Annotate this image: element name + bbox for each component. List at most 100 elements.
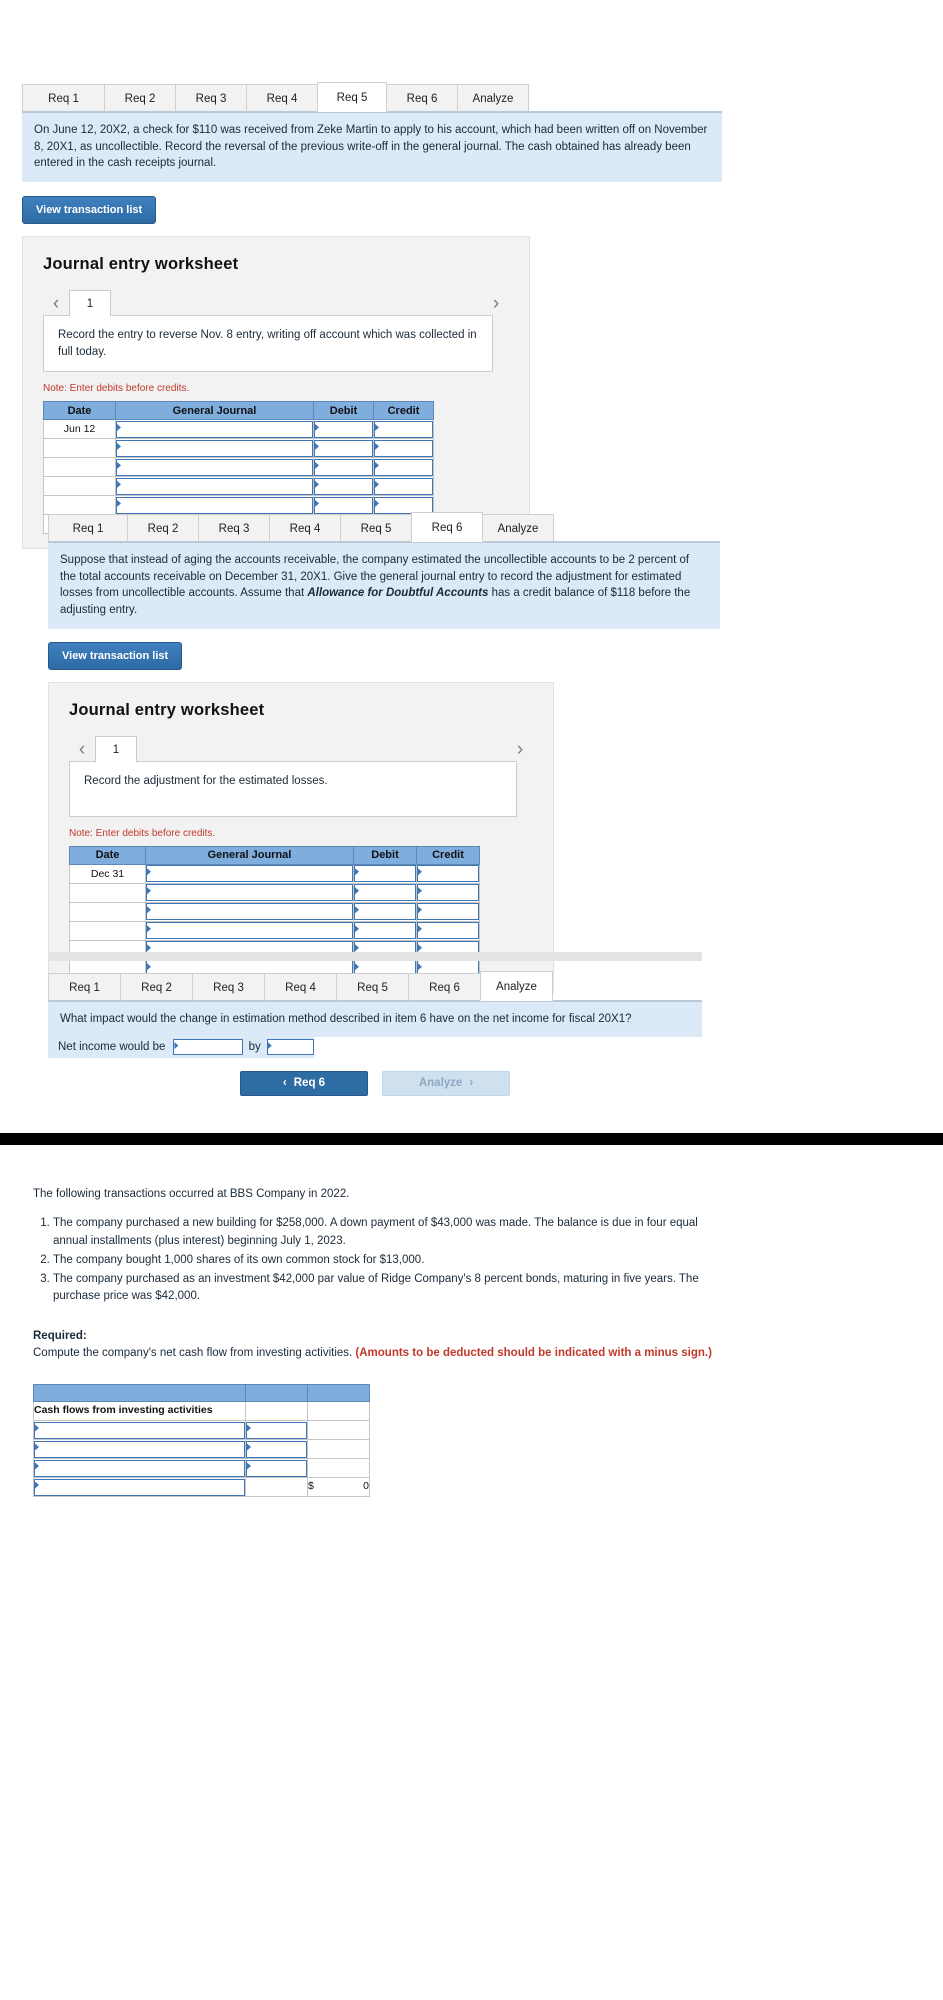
chevron-left-icon[interactable]: ‹ [69, 738, 95, 762]
tab-analyze[interactable]: Analyze [480, 971, 553, 1001]
journal-input[interactable] [116, 477, 313, 495]
cell-date [69, 920, 146, 941]
tab-req-6[interactable]: Req 6 [408, 973, 481, 1001]
cell-debit[interactable] [313, 495, 374, 516]
chevron-left-icon[interactable]: ‹ [43, 292, 69, 316]
journal-input[interactable] [116, 458, 313, 476]
cell-journal[interactable] [145, 882, 354, 903]
credit-input[interactable] [417, 903, 479, 921]
worksheet-page-tab-1[interactable]: 1 [69, 290, 111, 317]
cash-flow-label-input[interactable] [34, 1459, 245, 1477]
credit-input[interactable] [417, 884, 479, 902]
cash-flow-amount-input[interactable] [246, 1459, 307, 1477]
cell-credit[interactable] [416, 863, 480, 884]
cell-journal[interactable] [115, 419, 314, 440]
cell-debit[interactable] [313, 457, 374, 478]
credit-input[interactable] [374, 477, 433, 495]
cell-credit[interactable] [416, 920, 480, 941]
cash-flow-label-input[interactable] [34, 1440, 245, 1458]
net-income-direction-input[interactable] [173, 1039, 243, 1056]
tab-req-4[interactable]: Req 4 [246, 84, 318, 112]
cell-debit[interactable] [353, 901, 417, 922]
debit-input[interactable] [314, 477, 373, 495]
cell-journal[interactable] [145, 863, 354, 884]
tab-req-5[interactable]: Req 5 [340, 514, 412, 542]
next-analyze-button[interactable]: Analyze › [382, 1070, 510, 1096]
cell-credit[interactable] [416, 882, 480, 903]
journal-input[interactable] [146, 884, 353, 902]
tab-req-2[interactable]: Req 2 [120, 973, 193, 1001]
credit-input[interactable] [374, 458, 433, 476]
tab-req-2[interactable]: Req 2 [127, 514, 199, 542]
cash-flow-amount-input[interactable] [246, 1421, 307, 1439]
credit-input[interactable] [417, 922, 479, 940]
tab-req-1[interactable]: Req 1 [48, 973, 121, 1001]
cell-debit[interactable] [313, 476, 374, 497]
cell-debit[interactable] [353, 863, 417, 884]
cf-cell-label[interactable] [33, 1439, 246, 1459]
journal-input[interactable] [116, 496, 313, 514]
tab-analyze[interactable]: Analyze [457, 84, 529, 112]
credit-input[interactable] [374, 420, 433, 438]
debit-input[interactable] [354, 903, 416, 921]
credit-input[interactable] [417, 865, 479, 883]
tab-req-4[interactable]: Req 4 [264, 973, 337, 1001]
cell-journal[interactable] [145, 901, 354, 922]
tab-req-5[interactable]: Req 5 [317, 82, 387, 112]
cf-cell-label[interactable] [33, 1420, 246, 1440]
chevron-right-icon[interactable]: › [483, 292, 509, 316]
tab-req-4[interactable]: Req 4 [269, 514, 341, 542]
tab-req-3[interactable]: Req 3 [198, 514, 270, 542]
tab-req-5[interactable]: Req 5 [336, 973, 409, 1001]
cf-total-label-cell[interactable] [33, 1477, 246, 1497]
net-income-amount-input[interactable] [266, 1039, 314, 1056]
cash-flow-total-label-input[interactable] [34, 1478, 245, 1496]
debit-input[interactable] [314, 496, 373, 514]
cell-credit[interactable] [373, 438, 434, 459]
cf-cell-col2[interactable] [245, 1458, 308, 1478]
cf-cell-label[interactable] [33, 1458, 246, 1478]
journal-input[interactable] [116, 420, 313, 438]
journal-input[interactable] [146, 903, 353, 921]
tab-req-3[interactable]: Req 3 [192, 973, 265, 1001]
tab-req-6[interactable]: Req 6 [386, 84, 458, 112]
journal-input[interactable] [146, 922, 353, 940]
cash-flow-amount-input[interactable] [246, 1440, 307, 1458]
tab-req-1[interactable]: Req 1 [48, 514, 128, 542]
journal-input[interactable] [116, 439, 313, 457]
tab-req-6[interactable]: Req 6 [411, 512, 483, 542]
view-transaction-list-button[interactable]: View transaction list [48, 641, 183, 670]
cash-flow-label-input[interactable] [34, 1421, 245, 1439]
journal-input[interactable] [146, 865, 353, 883]
cell-debit[interactable] [313, 438, 374, 459]
cell-debit[interactable] [353, 920, 417, 941]
cell-journal[interactable] [115, 495, 314, 516]
cell-journal[interactable] [115, 438, 314, 459]
cell-credit[interactable] [373, 476, 434, 497]
cf-cell-col2[interactable] [245, 1439, 308, 1459]
tab-analyze[interactable]: Analyze [482, 514, 554, 542]
cell-debit[interactable] [353, 882, 417, 903]
cell-journal[interactable] [115, 476, 314, 497]
debit-input[interactable] [354, 865, 416, 883]
cell-credit[interactable] [373, 419, 434, 440]
view-transaction-list-button[interactable]: View transaction list [22, 196, 157, 225]
debit-input[interactable] [314, 420, 373, 438]
tab-req-3[interactable]: Req 3 [175, 84, 247, 112]
debit-input[interactable] [314, 439, 373, 457]
cell-debit[interactable] [313, 419, 374, 440]
cell-journal[interactable] [115, 457, 314, 478]
cell-credit[interactable] [416, 901, 480, 922]
credit-input[interactable] [374, 439, 433, 457]
chevron-right-icon[interactable]: › [507, 738, 533, 762]
tab-req-2[interactable]: Req 2 [104, 84, 176, 112]
worksheet-page-tab-1[interactable]: 1 [95, 735, 137, 762]
debit-input[interactable] [354, 884, 416, 902]
debit-input[interactable] [314, 458, 373, 476]
tab-req-1[interactable]: Req 1 [22, 84, 105, 112]
cell-credit[interactable] [373, 457, 434, 478]
debit-input[interactable] [354, 922, 416, 940]
prev-req6-button[interactable]: ‹ Req 6 [240, 1070, 368, 1096]
cf-cell-col2[interactable] [245, 1420, 308, 1440]
cell-journal[interactable] [145, 920, 354, 941]
